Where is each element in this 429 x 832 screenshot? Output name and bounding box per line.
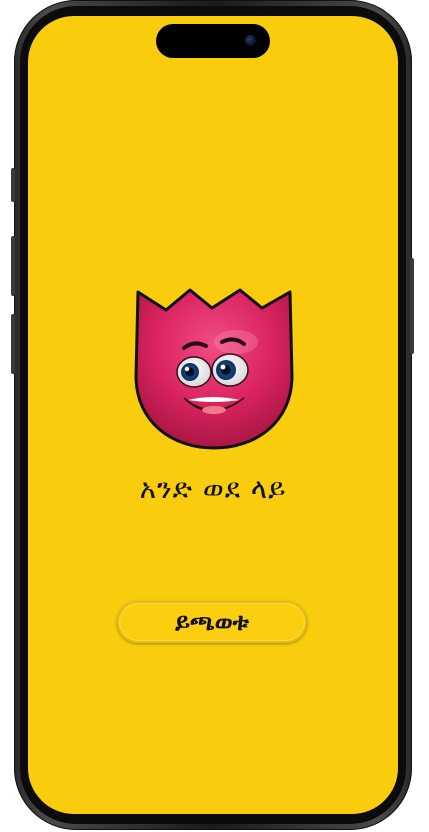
volume-down-button	[11, 314, 15, 374]
action-button	[11, 168, 15, 202]
play-button[interactable]: ይጫወቱ	[117, 601, 307, 643]
volume-up-button	[11, 236, 15, 296]
mascot-icon	[134, 288, 294, 450]
dynamic-island	[156, 24, 270, 58]
app-screen: አንድ ወደ ላይ ይጫወቱ	[28, 16, 398, 814]
power-button	[410, 258, 414, 354]
front-camera-icon	[245, 35, 256, 46]
app-title: አንድ ወደ ላይ	[139, 472, 287, 505]
